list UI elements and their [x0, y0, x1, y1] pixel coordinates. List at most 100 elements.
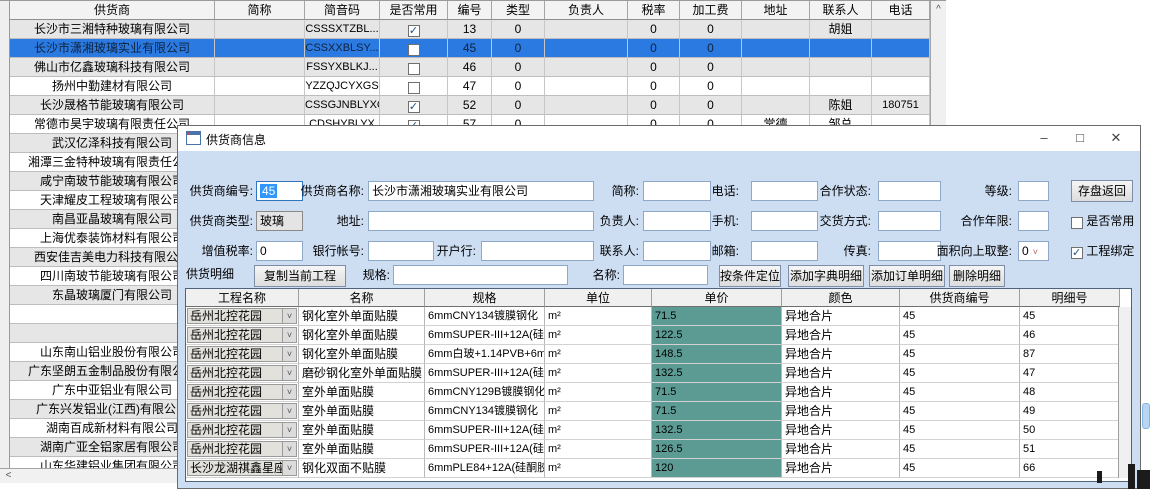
project-combobox[interactable]: 岳州北控花园˅ [187, 327, 297, 343]
cell-unit[interactable]: m² [545, 383, 652, 402]
chevron-down-icon[interactable]: ˅ [282, 423, 296, 437]
grid-row[interactable]: 岳州北控花园˅磨砂钢化室外单面贴膜6mmSUPER-III+12A(硅...m²… [186, 364, 1118, 383]
cell-unit[interactable]: m² [545, 345, 652, 364]
table-row[interactable]: 长沙市潇湘玻璃实业有限公司CSSXXBLSY...45000 [10, 39, 930, 58]
table-row[interactable]: 长沙市三湘特种玻璃有限公司CSSSXTZBL...✓13000胡姐 [10, 20, 930, 39]
grid-row[interactable]: 岳州北控花园˅钢化室外单面贴膜6mmCNY134镀膜钢化m²71.5异地合片45… [186, 307, 1118, 326]
cell-project[interactable]: 岳州北控花园˅ [186, 307, 299, 326]
manager-field[interactable] [643, 211, 711, 231]
cell-spec[interactable]: 6mmCNY134镀膜钢化 [425, 402, 545, 421]
project-binding-checkbox[interactable]: ✓ 工程绑定 [1071, 241, 1134, 261]
chevron-down-icon[interactable]: ˅ [282, 461, 296, 475]
cell-price[interactable]: 71.5 [652, 383, 782, 402]
cell-price[interactable]: 132.5 [652, 421, 782, 440]
column-header[interactable]: 编号 [448, 1, 492, 20]
cell-detail-no[interactable]: 49 [1020, 402, 1120, 421]
save-return-button[interactable]: 存盘返回 [1071, 180, 1133, 202]
cell-spec[interactable]: 6mm白玻+1.14PVB+6mm... [425, 345, 545, 364]
cell-name[interactable]: 钢化室外单面贴膜 [299, 307, 425, 326]
chevron-down-icon[interactable]: ˅ [282, 442, 296, 456]
cell-name[interactable]: 磨砂钢化室外单面贴膜 [299, 364, 425, 383]
cell-unit[interactable]: m² [545, 326, 652, 345]
cell-price[interactable]: 132.5 [652, 364, 782, 383]
grid-column-header[interactable]: 单位 [545, 289, 652, 307]
column-header[interactable]: 加工费 [680, 1, 742, 20]
cell-name[interactable]: 钢化室外单面贴膜 [299, 326, 425, 345]
project-combobox[interactable]: 岳州北控花园˅ [187, 384, 297, 400]
cell-name[interactable]: 室外单面贴膜 [299, 421, 425, 440]
grid-vertical-scrollbar[interactable] [1118, 307, 1131, 478]
column-header[interactable]: 是否常用 [380, 1, 448, 20]
table-row[interactable]: 佛山市亿鑫玻璃科技有限公司FSSYXBLKJ...46000 [10, 58, 930, 77]
checkbox-unchecked-icon[interactable] [408, 82, 420, 94]
cell-name[interactable]: 钢化双面不贴膜 [299, 459, 425, 478]
cell-color[interactable]: 异地合片 [782, 345, 900, 364]
cell-color[interactable]: 异地合片 [782, 383, 900, 402]
grid-row[interactable]: 岳州北控花园˅室外单面贴膜6mmCNY134镀膜钢化m²71.5异地合片4549 [186, 402, 1118, 421]
cell-supplier-no[interactable]: 45 [900, 421, 1020, 440]
cell-project[interactable]: 岳州北控花园˅ [186, 326, 299, 345]
checkbox-unchecked-icon[interactable] [408, 63, 420, 75]
cell-supplier-no[interactable]: 45 [900, 459, 1020, 478]
column-header[interactable]: 税率 [628, 1, 680, 20]
table-horizontal-scrollbar[interactable]: < [0, 468, 177, 483]
cell-supplier-no[interactable]: 45 [900, 402, 1020, 421]
grid-row[interactable]: 岳州北控花园˅钢化室外单面贴膜6mmSUPER-III+12A(硅...m²12… [186, 326, 1118, 345]
cell-name[interactable]: 室外单面贴膜 [299, 440, 425, 459]
area-round-up-combobox[interactable]: 0˅ [1018, 241, 1049, 261]
cell-detail-no[interactable]: 87 [1020, 345, 1120, 364]
cell-spec[interactable]: 6mmSUPER-III+12A(硅... [425, 364, 545, 383]
column-header[interactable]: 供货商 [10, 1, 215, 20]
cell-color[interactable]: 异地合片 [782, 364, 900, 383]
cell-spec[interactable]: 6mmSUPER-III+12A(硅... [425, 440, 545, 459]
cell-name[interactable]: 室外单面贴膜 [299, 402, 425, 421]
cell-unit[interactable]: m² [545, 402, 652, 421]
cell-supplier-no[interactable]: 45 [900, 326, 1020, 345]
chevron-down-icon[interactable]: ˅ [282, 328, 296, 342]
chevron-down-icon[interactable]: ˅ [282, 385, 296, 399]
cell-unit[interactable]: m² [545, 421, 652, 440]
cell-color[interactable]: 异地合片 [782, 440, 900, 459]
cell-color[interactable]: 异地合片 [782, 326, 900, 345]
column-header[interactable]: 简称 [215, 1, 305, 20]
cell-price[interactable]: 122.5 [652, 326, 782, 345]
grid-column-header[interactable]: 颜色 [782, 289, 900, 307]
grid-row[interactable]: 岳州北控花园˅钢化室外单面贴膜6mm白玻+1.14PVB+6mm...m²148… [186, 345, 1118, 364]
cell-project[interactable]: 岳州北控花园˅ [186, 345, 299, 364]
common-use-checkbox[interactable]: 是否常用 [1071, 211, 1134, 231]
bank-branch-field[interactable] [481, 241, 594, 261]
maximize-button[interactable]: □ [1066, 126, 1094, 150]
cell-spec[interactable]: 6mmSUPER-III+12A(硅... [425, 421, 545, 440]
cell-project[interactable]: 岳州北控花园˅ [186, 421, 299, 440]
checkbox-checked-icon[interactable]: ✓ [408, 25, 420, 37]
delete-detail-button[interactable]: 删除明细 [949, 265, 1005, 287]
grade-field[interactable] [1018, 181, 1049, 201]
cell-project[interactable]: 岳州北控花园˅ [186, 383, 299, 402]
project-combobox[interactable]: 岳州北控花园˅ [187, 346, 297, 362]
address-field[interactable] [368, 211, 594, 231]
cell-spec[interactable]: 6mmCNY134镀膜钢化 [425, 307, 545, 326]
dialog-titlebar[interactable]: 供货商信息 – □ ✕ [178, 126, 1140, 151]
supplier-name-field[interactable]: 长沙市潇湘玻璃实业有限公司 [368, 181, 594, 201]
grid-column-header[interactable]: 供货商编号 [900, 289, 1020, 307]
checkbox-unchecked-icon[interactable] [408, 44, 420, 56]
column-header[interactable]: 联系人 [810, 1, 872, 20]
table-row[interactable]: 扬州中勤建材有限公司YZZQJCYXGS47000 [10, 77, 930, 96]
grid-row[interactable]: 长沙龙湖祺鑫星座˅钢化双面不贴膜6mmPLE84+12A(硅酮胶...m²120… [186, 459, 1118, 478]
project-combobox[interactable]: 岳州北控花园˅ [187, 403, 297, 419]
cell-price[interactable]: 126.5 [652, 440, 782, 459]
chevron-down-icon[interactable]: ˅ [282, 309, 296, 323]
abbr-field[interactable] [643, 181, 711, 201]
cell-supplier-no[interactable]: 45 [900, 345, 1020, 364]
project-combobox[interactable]: 长沙龙湖祺鑫星座˅ [187, 460, 297, 476]
cell-detail-no[interactable]: 46 [1020, 326, 1120, 345]
spec-filter-input[interactable] [393, 265, 568, 285]
column-header[interactable]: 电话 [872, 1, 930, 20]
grid-column-header[interactable]: 名称 [299, 289, 425, 307]
cell-name[interactable]: 钢化室外单面贴膜 [299, 345, 425, 364]
cell-unit[interactable]: m² [545, 307, 652, 326]
cell-color[interactable]: 异地合片 [782, 421, 900, 440]
cell-detail-no[interactable]: 45 [1020, 307, 1120, 326]
cell-detail-no[interactable]: 51 [1020, 440, 1120, 459]
project-combobox[interactable]: 岳州北控花园˅ [187, 422, 297, 438]
